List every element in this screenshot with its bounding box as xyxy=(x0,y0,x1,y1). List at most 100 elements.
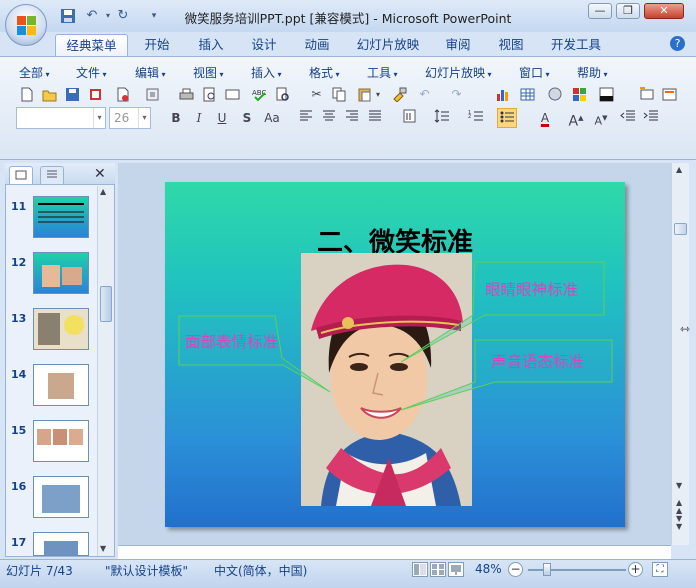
menu-help[interactable]: 帮助 xyxy=(577,64,608,81)
research-icon[interactable] xyxy=(273,85,292,104)
print-icon[interactable] xyxy=(177,85,196,104)
minimize-button[interactable]: — xyxy=(588,3,612,19)
notes-pane[interactable] xyxy=(118,545,671,559)
close-panel-icon[interactable]: ✕ xyxy=(94,166,106,182)
new-slide-icon[interactable] xyxy=(637,85,656,104)
menu-file[interactable]: 文件 xyxy=(76,64,107,81)
menu-tools[interactable]: 工具 xyxy=(367,64,398,81)
svg-text:2: 2 xyxy=(468,114,471,120)
maximize-button[interactable]: ❐ xyxy=(616,3,640,19)
normal-view-icon[interactable] xyxy=(412,562,428,577)
font-size-combo[interactable]: 26 ▾ xyxy=(109,107,151,129)
paste-icon[interactable] xyxy=(355,85,374,104)
menu-insert[interactable]: 插入 xyxy=(251,64,282,81)
tab-developer[interactable]: 开发工具 xyxy=(545,34,607,56)
increase-font-icon[interactable]: A▲ xyxy=(566,108,586,130)
slide-thumbnail-14[interactable] xyxy=(33,364,89,406)
callout-face-standard[interactable]: 面部表情标准 xyxy=(185,330,278,352)
menu-window[interactable]: 窗口 xyxy=(519,64,550,81)
outline-tab-icon[interactable] xyxy=(40,166,64,184)
align-right-icon[interactable] xyxy=(342,108,362,128)
zoom-in-icon[interactable]: + xyxy=(628,562,643,577)
slide-sorter-icon[interactable] xyxy=(430,562,446,577)
menu-slideshow[interactable]: 幻灯片放映 xyxy=(425,64,492,81)
background-icon[interactable] xyxy=(597,85,616,104)
slide-number: 14 xyxy=(11,368,27,381)
tab-animation[interactable]: 动画 xyxy=(296,34,338,56)
italic-button[interactable]: I xyxy=(189,108,209,128)
cut-icon[interactable]: ✂ xyxy=(307,85,326,104)
font-color-button[interactable]: A xyxy=(535,108,555,128)
color-grayscale-icon[interactable] xyxy=(570,85,589,104)
format-painter-icon[interactable] xyxy=(390,85,409,104)
slide-thumbnail-17[interactable] xyxy=(33,532,89,556)
slide-number: 13 xyxy=(11,312,27,325)
slide-thumbnail-13[interactable] xyxy=(33,308,89,350)
slides-tab-icon[interactable] xyxy=(9,166,33,184)
numbering-icon[interactable]: 12 xyxy=(466,108,486,128)
tab-view[interactable]: 视图 xyxy=(490,34,532,56)
permission-icon[interactable] xyxy=(86,85,105,104)
design-icon[interactable] xyxy=(660,85,679,104)
attachment-icon[interactable] xyxy=(143,85,162,104)
bullets-icon[interactable] xyxy=(497,108,517,128)
slide-thumbnail-16[interactable] xyxy=(33,476,89,518)
slide-thumbnail-15[interactable] xyxy=(33,420,89,462)
tab-review[interactable]: 审阅 xyxy=(437,34,479,56)
text-direction-icon[interactable] xyxy=(400,108,420,128)
current-slide[interactable]: 二、微笑标准 面部表情标准 眼睛眼神标准 声音语态标准 xyxy=(165,182,625,527)
slides-panel-scrollbar[interactable]: ▲ ▼ xyxy=(97,186,114,556)
change-case-button[interactable]: Aa xyxy=(260,108,284,128)
increase-indent-icon[interactable] xyxy=(641,108,661,128)
decrease-indent-icon[interactable] xyxy=(618,108,638,128)
decrease-font-icon[interactable]: A▼ xyxy=(591,108,611,128)
font-name-combo[interactable]: ▾ xyxy=(16,107,106,129)
underline-button[interactable]: U xyxy=(212,108,232,128)
slide-thumbnail-12[interactable] xyxy=(33,252,89,294)
save-toolbar-icon[interactable] xyxy=(63,85,82,104)
callout-eyes-standard[interactable]: 眼睛眼神标准 xyxy=(485,278,578,300)
justify-icon[interactable] xyxy=(365,108,385,128)
copy-icon[interactable] xyxy=(330,85,349,104)
slide-number: 16 xyxy=(11,480,27,493)
slideshow-view-icon[interactable] xyxy=(448,562,464,577)
tab-slideshow[interactable]: 幻灯片放映 xyxy=(350,34,426,56)
slide-counter: 幻灯片 7/43 xyxy=(6,564,73,578)
tab-design[interactable]: 设计 xyxy=(243,34,285,56)
callout-voice-standard[interactable]: 声音语态标准 xyxy=(491,350,584,372)
zoom-slider-thumb[interactable] xyxy=(543,563,551,576)
zoom-out-icon[interactable]: − xyxy=(508,562,523,577)
undo-toolbar-icon[interactable]: ↶ xyxy=(415,85,434,104)
redo-toolbar-icon[interactable]: ↷ xyxy=(447,85,466,104)
slide-layout-icon[interactable] xyxy=(223,85,242,104)
bold-button[interactable]: B xyxy=(166,108,186,128)
align-center-icon[interactable] xyxy=(319,108,339,128)
shadow-button[interactable]: S xyxy=(237,108,257,128)
insert-object-icon[interactable] xyxy=(546,85,565,104)
spelling-icon[interactable]: ABC xyxy=(250,85,269,104)
tab-insert[interactable]: 插入 xyxy=(190,34,232,56)
menu-format[interactable]: 格式 xyxy=(309,64,340,81)
table-icon[interactable] xyxy=(518,85,537,104)
align-left-icon[interactable] xyxy=(296,108,316,128)
office-button[interactable] xyxy=(5,4,47,46)
menu-all[interactable]: 全部 xyxy=(19,64,50,81)
open-icon[interactable] xyxy=(40,85,59,104)
help-icon[interactable]: ? xyxy=(670,36,685,51)
print-preview-icon[interactable] xyxy=(200,85,219,104)
line-spacing-icon[interactable] xyxy=(432,108,452,128)
email-icon[interactable] xyxy=(113,85,132,104)
close-button[interactable]: ✕ xyxy=(644,3,684,19)
tab-home[interactable]: 开始 xyxy=(136,34,178,56)
slide-thumbnail-11[interactable] xyxy=(33,196,89,238)
slide-number: 12 xyxy=(11,256,27,269)
fit-to-window-icon[interactable]: ⛶ xyxy=(652,562,668,577)
chart-icon[interactable] xyxy=(494,85,513,104)
paste-dropdown-icon[interactable]: ▾ xyxy=(373,85,383,104)
menu-edit[interactable]: 编辑 xyxy=(135,64,166,81)
menu-view[interactable]: 视图 xyxy=(193,64,224,81)
new-icon[interactable] xyxy=(17,85,36,104)
tab-classic-menu[interactable]: 经典菜单 xyxy=(55,34,128,56)
resize-cursor-icon: ⇿ xyxy=(680,322,691,336)
editor-scrollbar[interactable]: ▲ ▼ ▲ ▲ ▼ ▼ xyxy=(671,163,689,545)
